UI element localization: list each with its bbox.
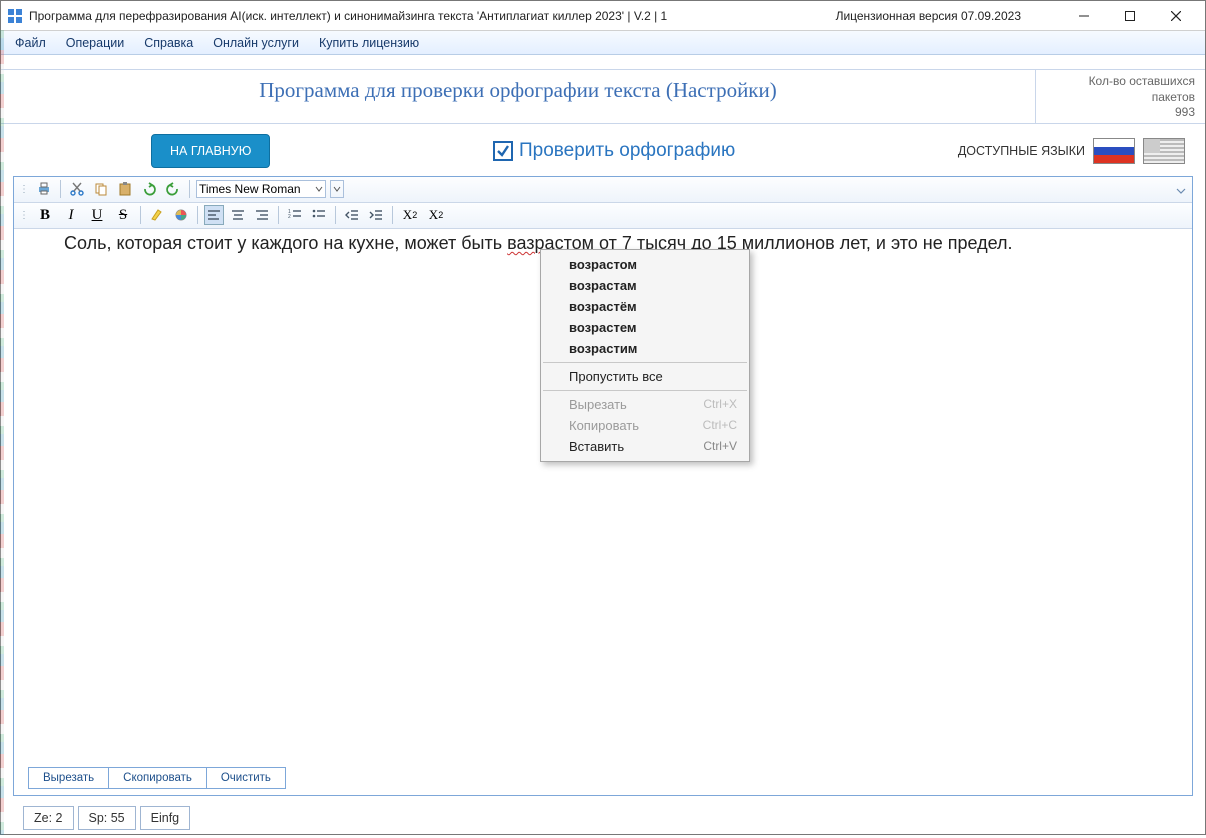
packets-remaining-box: Кол-во оставшихся пакетов 993 — [1035, 70, 1205, 123]
packets-count: 993 — [1046, 105, 1195, 121]
strikethrough-button[interactable]: S — [112, 205, 134, 225]
action-copy-button[interactable]: Скопировать — [109, 767, 207, 789]
home-button[interactable]: НА ГЛАВНУЮ — [151, 134, 270, 168]
ctx-suggestion-1[interactable]: возрастом — [541, 254, 749, 275]
status-column: Sp: 55 — [78, 806, 136, 830]
editor-panel: ⋮ Times New Roman — [13, 176, 1193, 796]
spellcheck-checkbox[interactable] — [493, 141, 513, 161]
ctx-cut: ВырезатьCtrl+X — [541, 394, 749, 415]
menu-online[interactable]: Онлайн услуги — [203, 34, 309, 52]
ctx-skip-all[interactable]: Пропустить все — [541, 366, 749, 387]
window-close-button[interactable] — [1153, 2, 1199, 30]
status-mode: Einfg — [140, 806, 191, 830]
underline-button[interactable]: U — [86, 205, 108, 225]
subscript-button[interactable]: X2 — [399, 205, 421, 225]
highlight-color-button[interactable] — [147, 205, 167, 225]
menu-file[interactable]: Файл — [5, 34, 56, 52]
toolbar-grip-icon: ⋮ — [18, 210, 30, 221]
superscript-button[interactable]: X2 — [425, 205, 447, 225]
context-menu: возрастом возрастам возрастём возрастем … — [540, 249, 750, 462]
app-icon — [7, 8, 23, 24]
action-cut-button[interactable]: Вырезать — [28, 767, 109, 789]
window-title: Программа для перефразирования AI(иск. и… — [29, 9, 667, 23]
menu-operations[interactable]: Операции — [56, 34, 134, 52]
flag-us-icon[interactable] — [1143, 138, 1185, 164]
outdent-button[interactable] — [342, 205, 362, 225]
editor-actions: Вырезать Скопировать Очистить — [14, 767, 1192, 795]
cut-button[interactable] — [67, 179, 87, 199]
page-title: Программа для проверки орфографии текста… — [259, 78, 777, 102]
page-header: Программа для проверки орфографии текста… — [1, 69, 1205, 124]
undo-button[interactable] — [139, 179, 159, 199]
print-button[interactable] — [34, 179, 54, 199]
menu-bar: Файл Операции Справка Онлайн услуги Купи… — [1, 31, 1205, 55]
italic-button[interactable]: I — [60, 205, 82, 225]
available-langs-label: ДОСТУПНЫЕ ЯЗЫКИ — [958, 144, 1085, 158]
numbered-list-button[interactable]: 12 — [285, 205, 305, 225]
svg-text:2: 2 — [288, 214, 291, 220]
paste-button[interactable] — [115, 179, 135, 199]
sub-toolbar: НА ГЛАВНУЮ Проверить орфографию ДОСТУПНЫ… — [1, 124, 1205, 176]
chevron-down-icon — [315, 182, 323, 196]
menu-help[interactable]: Справка — [134, 34, 203, 52]
font-family-value: Times New Roman — [199, 182, 301, 196]
align-left-button[interactable] — [204, 205, 224, 225]
window-maximize-button[interactable] — [1107, 2, 1153, 30]
spellcheck-label[interactable]: Проверить орфографию — [519, 140, 735, 162]
document-area[interactable]: Соль, которая стоит у каждого на кухне, … — [14, 229, 1192, 767]
font-color-button[interactable] — [171, 205, 191, 225]
font-family-select[interactable]: Times New Roman — [196, 180, 326, 198]
editor-toolbar-row1: ⋮ Times New Roman — [14, 177, 1192, 203]
status-line: Ze: 2 — [23, 806, 74, 830]
license-label: Лицензионная версия 07.09.2023 — [836, 9, 1021, 23]
flag-ru-icon[interactable] — [1093, 138, 1135, 164]
copy-button[interactable] — [91, 179, 111, 199]
align-right-button[interactable] — [252, 205, 272, 225]
status-bar: Ze: 2 Sp: 55 Einfg — [1, 802, 1205, 838]
align-center-button[interactable] — [228, 205, 248, 225]
font-size-select[interactable] — [330, 180, 344, 198]
indent-button[interactable] — [366, 205, 386, 225]
title-bar: Программа для перефразирования AI(иск. и… — [1, 1, 1205, 31]
editor-toolbar-row2: ⋮ B I U S 12 — [14, 203, 1192, 229]
ctx-suggestion-4[interactable]: возрастем — [541, 317, 749, 338]
ctx-suggestion-5[interactable]: возрастим — [541, 338, 749, 359]
ctx-suggestion-2[interactable]: возрастам — [541, 275, 749, 296]
redo-button[interactable] — [163, 179, 183, 199]
ctx-copy: КопироватьCtrl+C — [541, 415, 749, 436]
action-clear-button[interactable]: Очистить — [207, 767, 286, 789]
window-minimize-button[interactable] — [1061, 2, 1107, 30]
menu-buy[interactable]: Купить лицензию — [309, 34, 429, 52]
toolbar-overflow-button[interactable] — [1176, 183, 1188, 195]
packets-label: Кол-во оставшихся пакетов — [1046, 74, 1195, 105]
ctx-suggestion-3[interactable]: возрастём — [541, 296, 749, 317]
bulleted-list-button[interactable] — [309, 205, 329, 225]
ctx-paste[interactable]: ВставитьCtrl+V — [541, 436, 749, 457]
doc-text-before: Соль, которая стоит у каждого на кухне, … — [64, 233, 507, 253]
toolbar-grip-icon: ⋮ — [18, 184, 30, 195]
bold-button[interactable]: B — [34, 205, 56, 225]
